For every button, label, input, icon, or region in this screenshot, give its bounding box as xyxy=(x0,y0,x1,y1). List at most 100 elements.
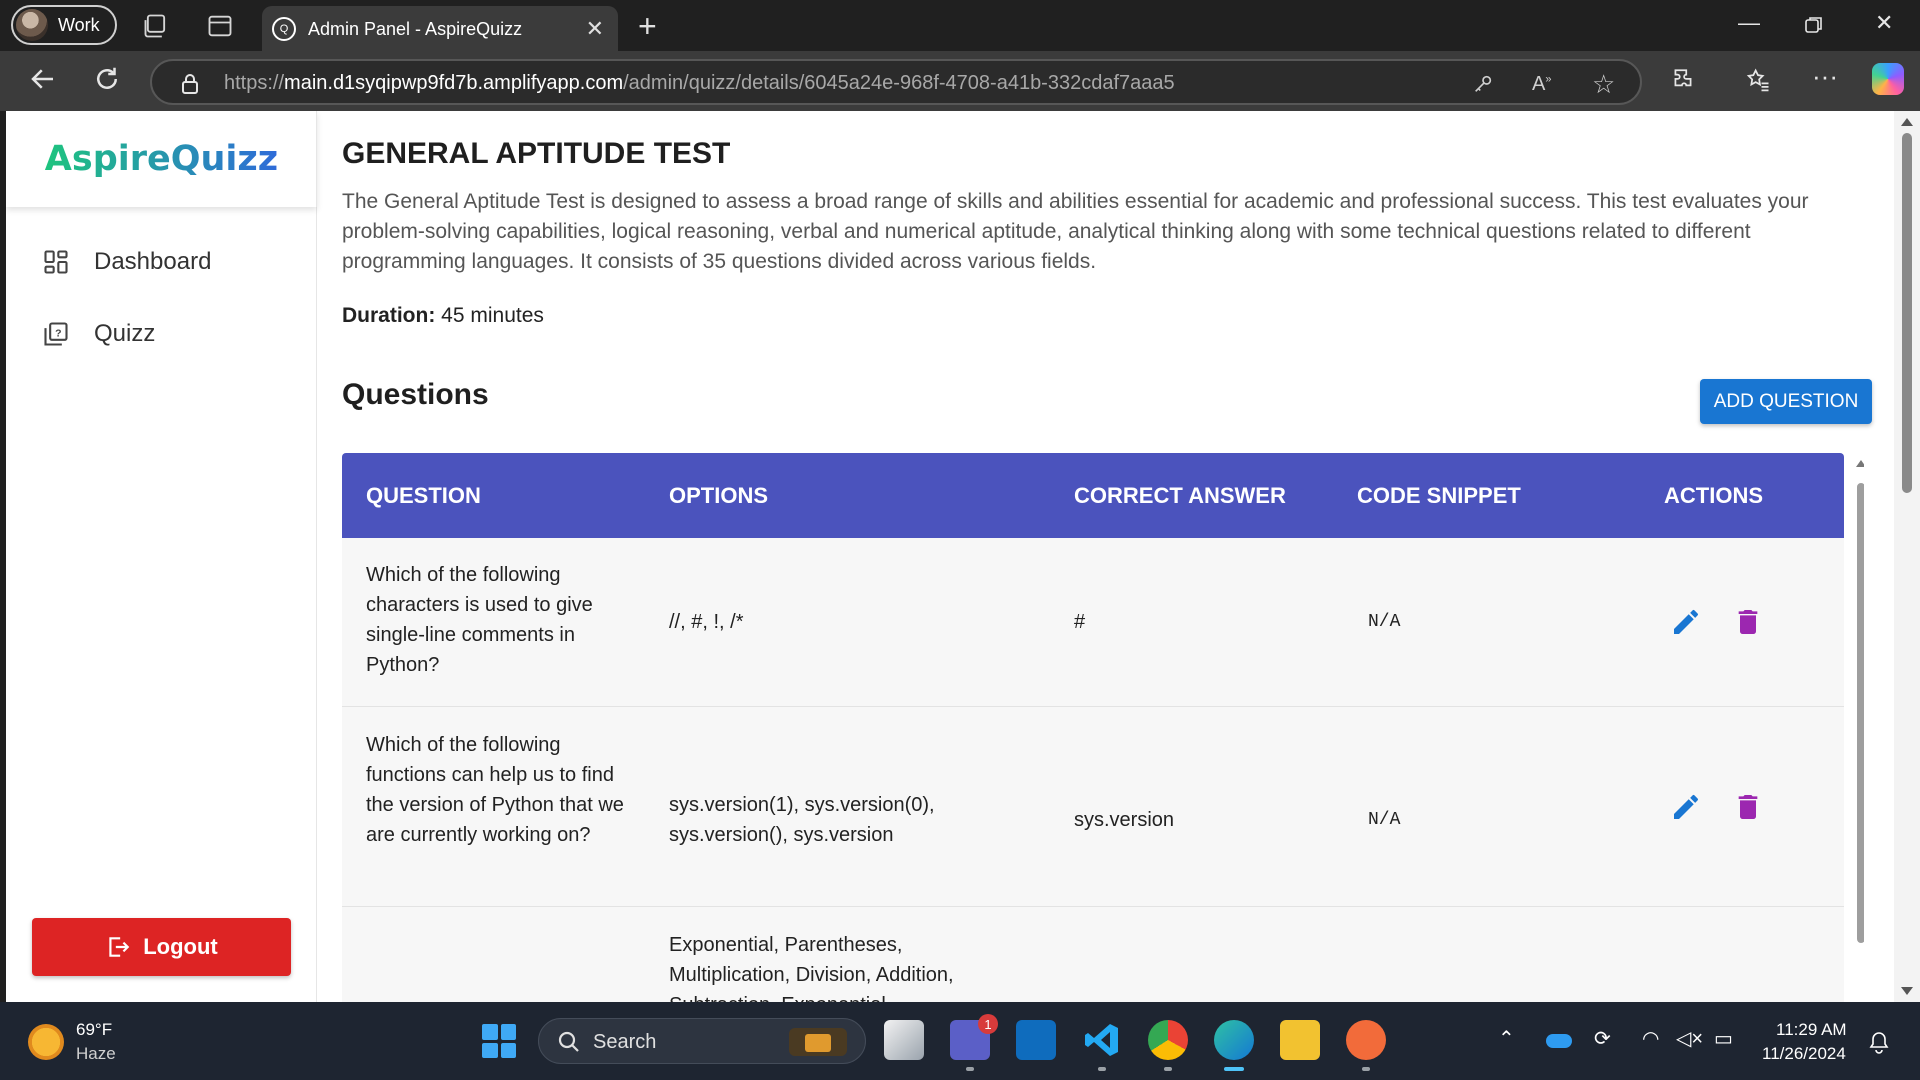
options-cell: sys.version(1), sys.version(0), sys.vers… xyxy=(669,794,935,846)
sidebar-item-quizz[interactable]: ? Quizz xyxy=(6,306,317,362)
profile-name: Work xyxy=(58,14,100,35)
notification-bell-icon[interactable] xyxy=(1868,1030,1890,1054)
vertical-tabs-icon[interactable] xyxy=(206,12,234,40)
quiz-description: The General Aptitude Test is designed to… xyxy=(342,190,1809,273)
url-path: /admin/quizz/details/6045a24e-968f-4708-… xyxy=(623,72,1175,94)
close-window-button[interactable]: ✕ xyxy=(1875,10,1893,36)
taskbar-search[interactable]: Search xyxy=(538,1018,866,1064)
dashboard-icon xyxy=(44,250,68,274)
answer-cell: sys.version xyxy=(1074,809,1175,831)
weather-temperature[interactable]: 69°F xyxy=(76,1020,112,1040)
tab-title: Admin Panel - AspireQuizz xyxy=(308,19,523,39)
url-field[interactable]: https://main.d1syqipwp9fd7b.amplifyapp.c… xyxy=(150,59,1642,105)
vscode-icon[interactable] xyxy=(1082,1020,1122,1060)
sidebar: AspireQuizz Dashboard ? Quizz Logout xyxy=(6,111,317,1002)
table-scrollbar[interactable] xyxy=(1854,453,1864,1002)
delete-icon[interactable] xyxy=(1732,791,1764,823)
questions-table: QUESTION OPTIONS CORRECT ANSWER CODE SNI… xyxy=(342,453,1864,1002)
taskbar: 69°F Haze Search 1 ⌃ ⟳ ◠ ◁× ▭ 11:29 AM 1… xyxy=(0,1002,1920,1080)
running-indicator xyxy=(966,1067,974,1071)
file-explorer-icon[interactable] xyxy=(1280,1020,1320,1060)
question-cell: Which of the following functions can hel… xyxy=(366,734,624,846)
column-header-actions[interactable]: ACTIONS xyxy=(1664,483,1763,509)
active-app-indicator xyxy=(1224,1067,1244,1071)
clock-time[interactable]: 11:29 AM xyxy=(1776,1020,1847,1040)
close-tab-icon[interactable]: ✕ xyxy=(586,16,604,42)
read-aloud-icon[interactable]: A» xyxy=(1532,73,1551,96)
address-bar-row: https://main.d1syqipwp9fd7b.amplifyapp.c… xyxy=(0,51,1920,111)
column-header-options[interactable]: OPTIONS xyxy=(669,483,768,509)
sidebar-item-label: Dashboard xyxy=(94,248,212,275)
volume-muted-icon[interactable]: ◁× xyxy=(1676,1026,1703,1051)
svg-text:?: ? xyxy=(55,327,61,339)
minimize-button[interactable]: — xyxy=(1738,10,1760,36)
question-cell: Which of the following characters is use… xyxy=(366,564,593,676)
page-scrollbar[interactable] xyxy=(1894,111,1920,1002)
scroll-up-icon[interactable] xyxy=(1854,457,1864,469)
more-menu-icon[interactable]: ··· xyxy=(1812,61,1838,92)
url-scheme: https:// xyxy=(224,72,285,94)
key-icon[interactable] xyxy=(1472,73,1494,95)
scroll-down-icon[interactable] xyxy=(1894,984,1920,998)
sync-icon[interactable]: ⟳ xyxy=(1594,1026,1611,1051)
workspaces-icon[interactable] xyxy=(142,12,170,40)
battery-icon[interactable]: ▭ xyxy=(1714,1026,1733,1051)
back-icon[interactable] xyxy=(28,64,58,94)
column-header-code-snippet[interactable]: CODE SNIPPET xyxy=(1357,483,1521,509)
profile-avatar xyxy=(16,9,48,41)
copilot-icon[interactable] xyxy=(1872,63,1904,95)
task-view-icon[interactable] xyxy=(884,1020,924,1060)
extensions-icon[interactable] xyxy=(1670,67,1696,93)
add-question-button[interactable]: ADD QUESTION xyxy=(1700,379,1872,424)
page-viewport: AspireQuizz Dashboard ? Quizz Logout GEN… xyxy=(6,111,1894,1002)
sidebar-item-label: Quizz xyxy=(94,320,156,347)
quiz-icon: ? xyxy=(44,322,68,346)
table-row: Exponential, Parentheses, Multiplication… xyxy=(342,907,1844,1002)
logout-label: Logout xyxy=(143,934,218,959)
options-cell: Exponential, Parentheses, Multiplication… xyxy=(669,934,954,1002)
teams-icon[interactable]: 1 xyxy=(950,1014,998,1060)
search-highlight-icon xyxy=(789,1028,847,1056)
page-scrollbar-thumb[interactable] xyxy=(1902,133,1912,493)
profile-button[interactable]: Work xyxy=(11,5,117,45)
lock-icon[interactable] xyxy=(180,73,200,95)
quiz-duration: Duration: 45 minutes xyxy=(342,304,544,328)
sidebar-item-dashboard[interactable]: Dashboard xyxy=(6,234,317,290)
duration-label: Duration: xyxy=(342,304,436,327)
restore-button[interactable] xyxy=(1805,16,1823,34)
delete-icon[interactable] xyxy=(1732,606,1764,638)
brand-logo[interactable]: AspireQuizz xyxy=(45,139,278,179)
tab-admin-panel[interactable]: Q Admin Panel - AspireQuizz ✕ xyxy=(262,6,618,51)
weather-description[interactable]: Haze xyxy=(76,1044,116,1064)
onedrive-icon[interactable] xyxy=(1546,1034,1572,1048)
favorite-star-icon[interactable]: ☆ xyxy=(1592,69,1615,100)
weather-haze-icon[interactable] xyxy=(28,1024,64,1060)
start-button[interactable] xyxy=(482,1024,516,1058)
scroll-up-icon[interactable] xyxy=(1894,115,1920,129)
column-header-question[interactable]: QUESTION xyxy=(366,483,481,509)
table-row: Which of the following characters is use… xyxy=(342,538,1844,707)
table-scrollbar-thumb[interactable] xyxy=(1857,483,1864,943)
edge-icon[interactable] xyxy=(1214,1020,1254,1060)
postman-icon[interactable] xyxy=(1346,1020,1386,1060)
tray-overflow-icon[interactable]: ⌃ xyxy=(1498,1026,1515,1051)
new-tab-button[interactable]: + xyxy=(638,8,657,45)
wifi-icon[interactable]: ◠ xyxy=(1642,1026,1659,1051)
edit-icon[interactable] xyxy=(1670,606,1702,638)
column-header-correct-answer[interactable]: CORRECT ANSWER xyxy=(1074,483,1286,509)
teams-notification-badge: 1 xyxy=(978,1014,998,1034)
duration-value: 45 minutes xyxy=(441,304,544,327)
table-header: QUESTION OPTIONS CORRECT ANSWER CODE SNI… xyxy=(342,453,1844,538)
favorites-icon[interactable] xyxy=(1744,67,1772,95)
chrome-icon[interactable] xyxy=(1148,1020,1188,1060)
logout-button[interactable]: Logout xyxy=(32,918,291,976)
questions-heading: Questions xyxy=(342,378,489,411)
snippet-cell: N/A xyxy=(1368,612,1401,632)
running-indicator xyxy=(1098,1067,1106,1071)
quiz-title: GENERAL APTITUDE TEST xyxy=(342,137,731,170)
options-cell: //, #, !, /* xyxy=(669,611,744,633)
refresh-icon[interactable] xyxy=(92,64,122,94)
edit-icon[interactable] xyxy=(1670,791,1702,823)
outlook-icon[interactable] xyxy=(1016,1020,1056,1060)
clock-date[interactable]: 11/26/2024 xyxy=(1762,1044,1846,1064)
